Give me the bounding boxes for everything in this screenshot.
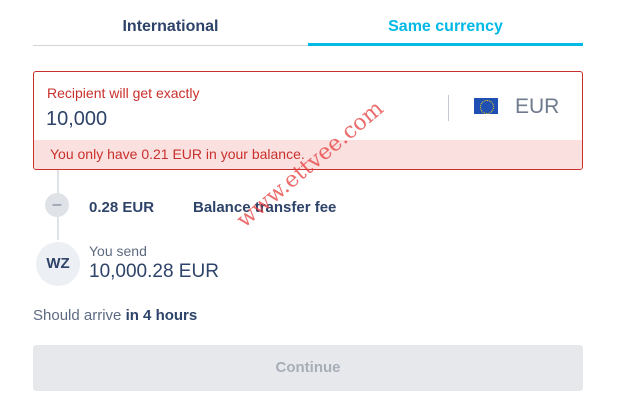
tab-international[interactable]: International (33, 0, 308, 46)
send-amount: 10,000.28 EUR (89, 261, 219, 282)
eu-flag-icon (474, 98, 498, 114)
tab-same-currency[interactable]: Same currency (308, 0, 583, 46)
currency-select[interactable]: EUR (474, 92, 578, 122)
currency-code: EUR (515, 95, 560, 118)
transfer-type-tabs: International Same currency (33, 0, 583, 46)
recipient-amount-box: Recipient will get exactly EUR You only … (33, 71, 583, 170)
balance-error-message: You only have 0.21 EUR in your balance. (34, 140, 582, 169)
arrival-time: in 4 hours (125, 307, 198, 324)
avatar: WZ (36, 242, 80, 286)
fee-amount: 0.28 EUR (89, 199, 155, 216)
recipient-amount-label: Recipient will get exactly (47, 85, 200, 101)
arrival-estimate: Should arrive in 4 hours (33, 307, 197, 324)
minus-icon: – (45, 193, 69, 217)
send-label: You send (89, 243, 147, 259)
fee-label: Balance transfer fee (193, 199, 337, 216)
arrival-prefix: Should arrive (33, 307, 122, 324)
recipient-amount-input[interactable] (46, 105, 426, 133)
divider (448, 95, 449, 121)
continue-button[interactable]: Continue (33, 345, 583, 391)
